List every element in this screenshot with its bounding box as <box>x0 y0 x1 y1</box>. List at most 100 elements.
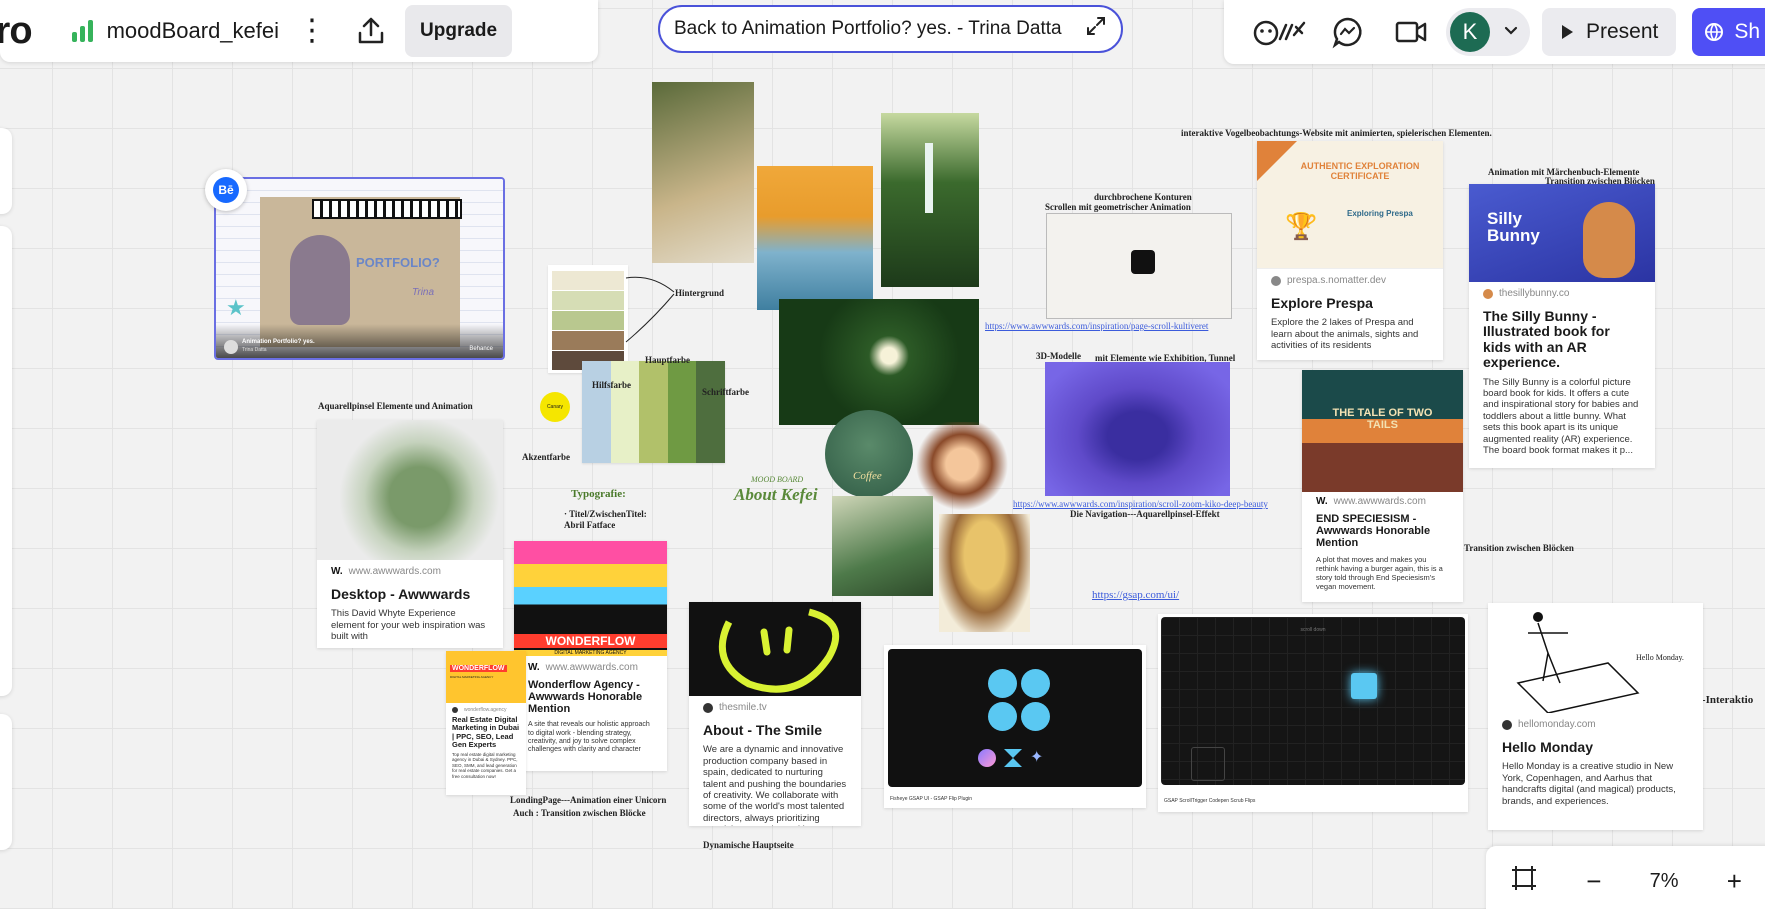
gsap-scroll-preview: scroll down <box>1161 617 1465 785</box>
card-end-speciesism[interactable]: THE TALE OF TWO TAILS W. www.awwwards.com… <box>1302 370 1463 602</box>
accent-color-dot[interactable]: Canary <box>540 392 570 422</box>
card-title: About - The Smile <box>703 722 822 738</box>
accent-dot-label: Canary <box>546 404 564 410</box>
card-title: Explore Prespa <box>1271 295 1373 311</box>
gsap-scroll-image-text: scroll down <box>1300 627 1326 633</box>
wonderflow-image: WONDERFLOW DIGITAL MARKETING AGENCY <box>514 541 667 656</box>
card-desc: A site that reveals our holistic approac… <box>528 721 650 754</box>
card-url: wonderflow.agency <box>464 707 507 713</box>
link-gsap[interactable]: https://gsap.com/ui/ <box>1092 589 1179 601</box>
expand-icon[interactable] <box>1085 15 1107 43</box>
video-call-icon[interactable] <box>1382 17 1440 47</box>
background-swatch <box>552 271 624 290</box>
behance-badge[interactable]: Bē <box>205 169 247 211</box>
card-url: hellomonday.com <box>1518 719 1596 730</box>
chat-icon[interactable] <box>1320 15 1376 49</box>
left-rail-top[interactable] <box>0 128 12 214</box>
silly-bunny-image-text: Silly Bunny <box>1487 209 1540 245</box>
note-hintergrund: Hintergrund <box>675 288 725 298</box>
board-name[interactable]: moodBoard_kefei <box>107 18 279 44</box>
note-typografie: Typografie: <box>571 488 626 500</box>
behance-icon: Bē <box>213 177 239 203</box>
piano-keys <box>312 199 462 219</box>
card-real-estate[interactable]: WONDERFLOW DIGITAL MARKETING AGENCY wond… <box>446 651 526 795</box>
jungle-photo[interactable] <box>779 299 979 425</box>
main-color-palette[interactable] <box>582 361 725 463</box>
note-hilfsfarbe: Hilfsfarbe <box>592 380 631 390</box>
card-title: Real Estate Digital Marketing in Dubai |… <box>452 715 520 749</box>
note-konturen: durchbrochene Konturen <box>1094 192 1192 202</box>
lemon-seaside-photo[interactable] <box>757 166 873 310</box>
real-estate-image: WONDERFLOW DIGITAL MARKETING AGENCY <box>446 651 526 703</box>
background-swatch <box>552 291 624 310</box>
miro-logo[interactable]: iro <box>0 10 33 53</box>
card-wonderflow[interactable]: WONDERFLOW DIGITAL MARKETING AGENCY W. ww… <box>514 541 667 771</box>
chevron-down-icon[interactable] <box>1504 23 1518 41</box>
background-swatch <box>552 331 624 350</box>
card-desc: This David Whyte Experience element for … <box>331 608 486 643</box>
card-title: END SPECIESISM - Awwwards Honorable Ment… <box>1316 513 1431 550</box>
architecture-site-thumbnail[interactable] <box>1046 213 1232 319</box>
certificate-title: AUTHENTIC EXPLORATION CERTIFICATE <box>1300 161 1420 181</box>
portfolio-caption: Animation Portfolio? yes. <box>242 339 315 345</box>
portfolio-behance-card[interactable]: PORTFOLIO? Trina ★ Animation Portfolio? … <box>214 177 505 360</box>
palette-arrows <box>625 276 675 343</box>
main-swatch <box>582 361 611 463</box>
background-palette[interactable] <box>548 265 628 373</box>
card-the-smile[interactable]: thesmile.tv About - The Smile We are a d… <box>689 602 861 826</box>
waterfall-photo[interactable] <box>881 113 979 287</box>
forest-blanket-photo[interactable] <box>652 82 754 263</box>
card-gsap-scrolltrigger[interactable]: scroll down GSAP ScrollTrigger Codepen S… <box>1158 614 1468 812</box>
gsap-scroll-caption: GSAP ScrollTrigger Codepen Scrub Flips <box>1164 798 1256 804</box>
upgrade-button[interactable]: Upgrade <box>405 5 513 57</box>
card-desktop-awwwards[interactable]: W. www.awwwards.com Desktop - Awwwards Th… <box>317 420 503 648</box>
card-gsap-flip[interactable]: ✦ Fisheye GSAP UI - GSAP Flip Plugin <box>884 645 1146 808</box>
more-options-icon[interactable]: ⋮ <box>297 16 327 46</box>
note-auch: Auch : Transition zwischen Blöcke <box>513 808 646 818</box>
coffee-character-image[interactable]: Coffee <box>825 410 913 498</box>
link-scroll-zoom[interactable]: https://www.awwwards.com/inspiration/scr… <box>1013 499 1268 509</box>
note-vogel: interaktive Vogelbeobachtungs-Website mi… <box>1181 128 1492 138</box>
main-swatch <box>696 361 725 463</box>
card-title: Desktop - Awwwards <box>331 586 471 602</box>
tree-image <box>317 420 503 560</box>
fit-to-screen-icon[interactable] <box>1510 864 1538 899</box>
card-url: www.awwwards.com <box>545 662 638 673</box>
card-desc: The Silly Bunny is a colorful picture bo… <box>1483 376 1639 456</box>
left-rail-bottom[interactable] <box>0 714 12 850</box>
link-scroll-kultiveret[interactable]: https://www.awwwards.com/inspiration/pag… <box>985 321 1208 331</box>
background-swatch <box>552 311 624 330</box>
tunnel-site-thumbnail[interactable] <box>1045 362 1230 496</box>
note-hauptfarbe: Hauptfarbe <box>645 355 690 365</box>
trophy-icon: 🏆 <box>1285 211 1318 241</box>
zoom-out-icon[interactable]: − <box>1586 866 1601 897</box>
reactions-icon[interactable] <box>1246 15 1314 49</box>
collaborators-menu[interactable]: K <box>1446 8 1530 56</box>
card-silly-bunny[interactable]: Silly Bunny thesillybunny.co The Silly B… <box>1469 184 1655 468</box>
coffee-label: Coffee <box>853 470 882 482</box>
girl-green-dress-illustration[interactable] <box>832 496 933 596</box>
card-hello-monday[interactable]: Hello Monday. hellomonday.com Hello Mond… <box>1488 603 1703 830</box>
share-label: Sh <box>1734 20 1761 43</box>
card-desc: A plot that moves and makes you rethink … <box>1316 555 1443 592</box>
smile-image <box>689 602 861 696</box>
note-aquarell: Aquarellpinsel Elemente und Animation <box>318 401 473 411</box>
frame-link-pill[interactable]: Back to Animation Portfolio? yes. - Trin… <box>658 5 1123 53</box>
bunny-illustration <box>1583 202 1635 278</box>
export-icon[interactable] <box>355 15 387 47</box>
present-button[interactable]: Present <box>1542 8 1677 56</box>
main-swatch <box>667 361 697 463</box>
girl-leaf-hat-illustration[interactable] <box>939 514 1030 632</box>
main-swatch <box>610 361 640 463</box>
present-label: Present <box>1586 20 1659 43</box>
user-avatar[interactable]: K <box>1450 12 1490 52</box>
card-explore-prespa[interactable]: AUTHENTIC EXPLORATION CERTIFICATE Explor… <box>1257 141 1443 360</box>
share-button[interactable]: Sh <box>1692 8 1765 56</box>
left-rail-tools[interactable] <box>0 226 12 696</box>
card-desc: Top real estate digital marketing agency… <box>452 752 518 779</box>
card-url: thesmile.tv <box>719 702 767 713</box>
portfolio-source: Behance <box>469 346 493 352</box>
zoom-in-icon[interactable]: + <box>1727 866 1742 897</box>
card-desc: We are a dynamic and innovative producti… <box>703 744 847 826</box>
zoom-value[interactable]: 7% <box>1650 870 1679 893</box>
